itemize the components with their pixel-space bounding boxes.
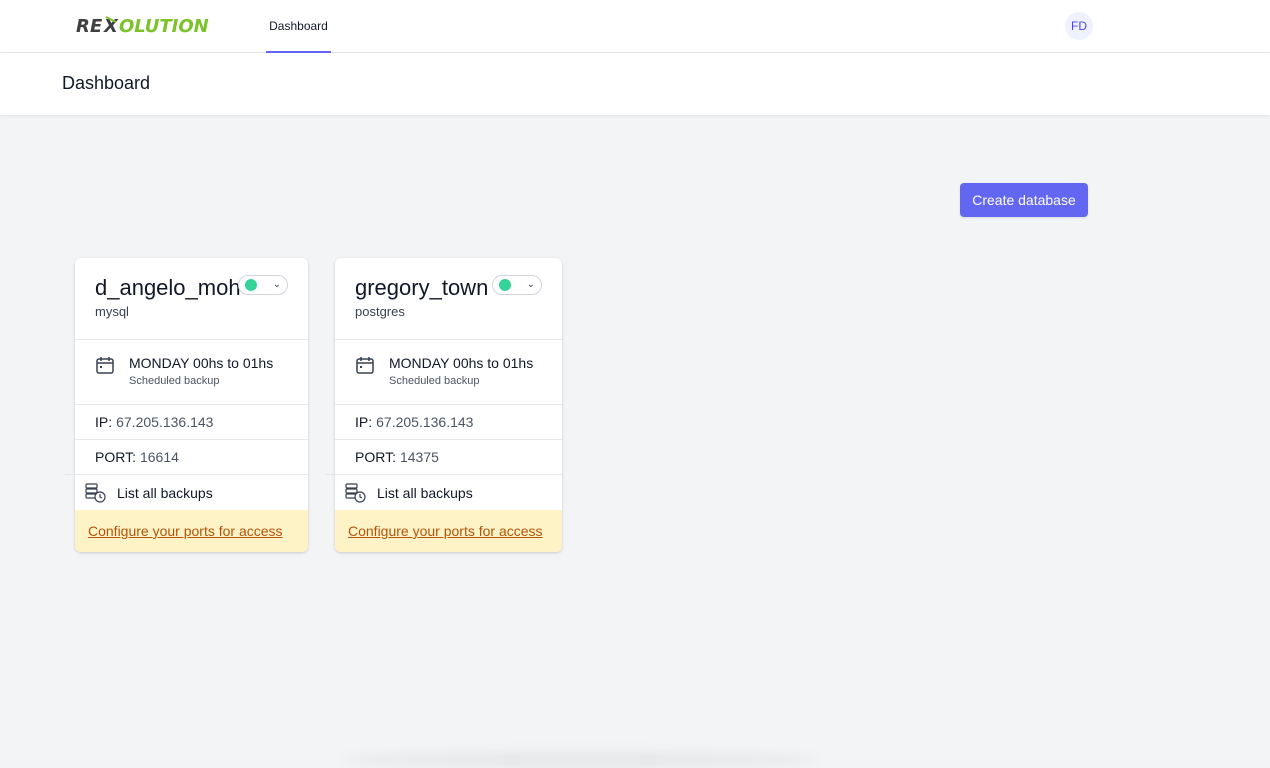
schedule-label: Scheduled backup [129, 375, 220, 387]
status-dropdown[interactable]: ⌄ [492, 275, 542, 295]
schedule-time: MONDAY 00hs to 01hs [129, 355, 274, 371]
list-backups-label: List all backups [117, 484, 213, 501]
port-row: PORT: 14375 [335, 440, 562, 475]
database-card: d_angelo_moh mysql ⌄ MONDAY 00hs to 01hs… [65, 258, 308, 552]
database-name: d_angelo_moh [95, 275, 241, 300]
database-backup-icon [345, 482, 366, 503]
chevron-down-icon: ⌄ [272, 279, 281, 290]
card-header: gregory_town postgres ⌄ [335, 258, 562, 340]
top-navbar: R E X OLUTION Dashboard FD [0, 0, 1270, 53]
schedule-label: Scheduled backup [389, 375, 480, 387]
svg-text:E: E [90, 16, 103, 36]
divider [65, 474, 75, 475]
create-database-button[interactable]: Create database [960, 183, 1088, 217]
status-online-icon [499, 279, 511, 291]
tab-dashboard[interactable]: Dashboard [266, 0, 331, 53]
port-label: PORT: [355, 449, 396, 465]
configure-ports-link[interactable]: Configure your ports for access [348, 523, 543, 539]
port-value: 14375 [399, 449, 439, 465]
ip-value: 67.205.136.143 [116, 414, 214, 430]
database-card: gregory_town postgres ⌄ MONDAY 00hs to 0… [325, 258, 562, 552]
backup-schedule: MONDAY 00hs to 01hs Scheduled backup [335, 340, 562, 405]
status-online-icon [245, 279, 257, 291]
list-backups-button[interactable]: List all backups [335, 475, 562, 510]
database-name: gregory_town [355, 275, 489, 300]
chevron-down-icon: ⌄ [526, 279, 535, 290]
status-dropdown[interactable]: ⌄ [238, 275, 288, 295]
ip-row: IP: 67.205.136.143 [75, 405, 308, 440]
calendar-icon [96, 357, 114, 374]
database-engine: mysql [95, 304, 129, 319]
svg-text:OLUTION: OLUTION [119, 16, 209, 36]
card-header: d_angelo_moh mysql ⌄ [75, 258, 308, 340]
ip-label: IP: [95, 414, 113, 430]
configure-ports-link[interactable]: Configure your ports for access [88, 523, 283, 539]
brand-logo[interactable]: R E X OLUTION [76, 14, 218, 36]
database-backup-icon [85, 482, 106, 503]
user-avatar[interactable]: FD [1065, 12, 1093, 40]
ip-value: 67.205.136.143 [376, 414, 474, 430]
list-backups-label: List all backups [377, 484, 473, 501]
page-title: Dashboard [62, 73, 151, 93]
svg-text:R: R [76, 16, 90, 36]
config-notice: Configure your ports for access [75, 510, 308, 552]
calendar-icon [356, 357, 374, 374]
port-row: PORT: 16614 [75, 440, 308, 475]
scroll-shadow [340, 752, 820, 768]
schedule-time: MONDAY 00hs to 01hs [389, 355, 534, 371]
ip-label: IP: [355, 414, 373, 430]
divider [325, 474, 335, 475]
list-backups-button[interactable]: List all backups [75, 475, 308, 510]
backup-schedule: MONDAY 00hs to 01hs Scheduled backup [75, 340, 308, 405]
port-label: PORT: [95, 449, 136, 465]
ip-row: IP: 67.205.136.143 [335, 405, 562, 440]
port-value: 16614 [139, 449, 179, 465]
page-header: Dashboard [0, 53, 1270, 115]
database-engine: postgres [355, 304, 405, 319]
logo-wordmark-icon: R E X OLUTION [76, 16, 209, 36]
config-notice: Configure your ports for access [335, 510, 562, 552]
